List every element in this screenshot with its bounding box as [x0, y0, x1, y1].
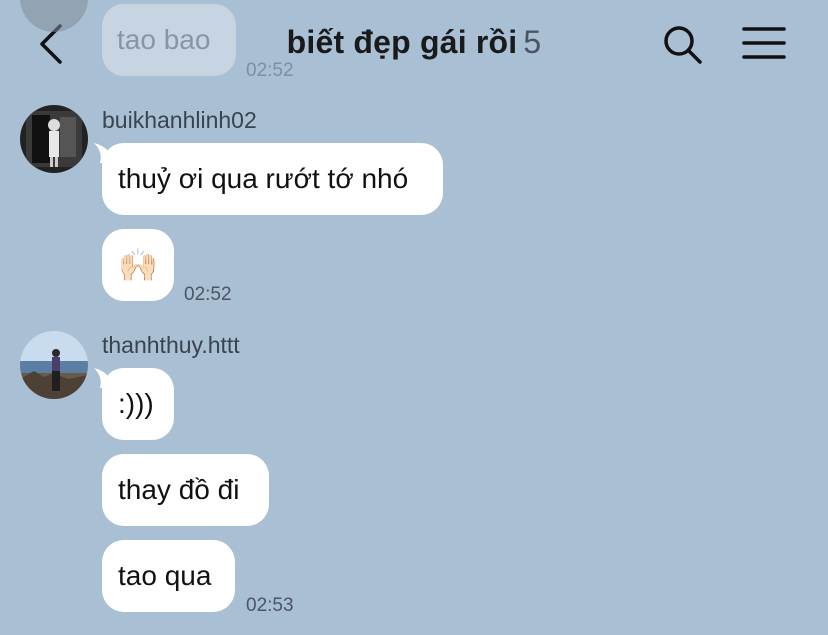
search-button[interactable] — [660, 22, 706, 66]
avatar-buikhanhlinh02[interactable] — [20, 105, 88, 173]
message-bubble[interactable]: thuỷ ơi qua rướt tớ nhó — [102, 143, 443, 215]
member-count: 5 — [523, 24, 542, 60]
message-bubble[interactable]: tao bao — [102, 4, 236, 76]
sender-name: buikhanhlinh02 — [102, 107, 257, 133]
emoji-message-bubble[interactable]: 🙌🏻 — [102, 229, 174, 301]
message-text: tao qua — [118, 560, 212, 591]
message-bubble[interactable]: :))) — [102, 368, 174, 440]
sender-name: thanhthuy.httt — [102, 332, 240, 358]
message-time: 02:52 — [246, 60, 294, 81]
hamburger-menu-icon — [742, 27, 786, 59]
avatar-thanhthuy[interactable] — [20, 331, 88, 399]
message-bubble[interactable]: thay đồ đi — [102, 454, 269, 526]
raising-hands-emoji: 🙌🏻 — [118, 247, 158, 283]
avatar-image — [20, 331, 88, 399]
message-time: 02:53 — [246, 595, 294, 616]
group-name: biết đẹp gái rồi — [286, 24, 518, 60]
message-bubble[interactable]: tao qua — [102, 540, 235, 612]
avatar-image — [20, 105, 88, 173]
message-text: :))) — [118, 388, 154, 419]
message-text: thay đồ đi — [118, 474, 240, 505]
message-text: thuỷ ơi qua rướt tớ nhó — [118, 163, 409, 194]
menu-button[interactable] — [740, 24, 790, 64]
message-time: 02:52 — [184, 284, 232, 305]
search-icon — [664, 26, 702, 64]
message-text: tao bao — [117, 24, 211, 55]
